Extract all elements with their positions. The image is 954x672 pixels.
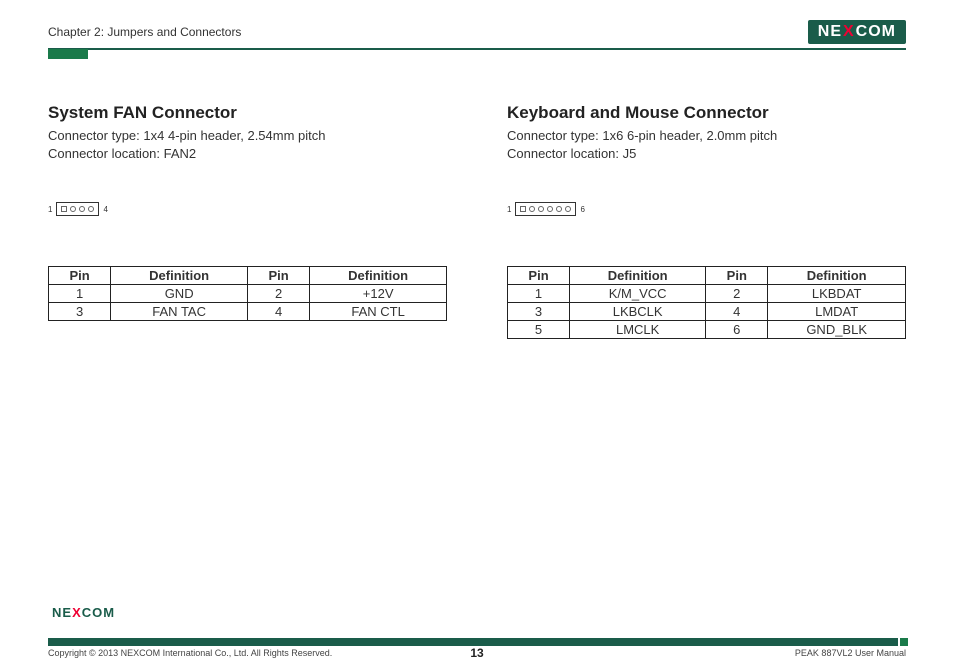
pin-1-icon — [520, 206, 526, 212]
logo-x: X — [843, 23, 855, 41]
pin-2-icon — [70, 206, 76, 212]
pin-3-icon — [538, 206, 544, 212]
table-row: 3 FAN TAC 4 FAN CTL — [49, 303, 447, 321]
left-pin-table: Pin Definition Pin Definition 1 GND 2 +1… — [48, 266, 447, 321]
chapter-title: Chapter 2: Jumpers and Connectors — [48, 25, 241, 39]
logo-x: X — [72, 605, 82, 620]
cell: K/M_VCC — [570, 285, 706, 303]
pin-6-icon — [565, 206, 571, 212]
pin-4-icon — [547, 206, 553, 212]
copyright: Copyright © 2013 NEXCOM International Co… — [48, 648, 332, 658]
footer-text-row: Copyright © 2013 NEXCOM International Co… — [48, 648, 906, 658]
th-pin: Pin — [706, 267, 768, 285]
page-header: Chapter 2: Jumpers and Connectors NEXCOM — [48, 20, 906, 50]
table-row: 3 LKBCLK 4 LMDAT — [508, 303, 906, 321]
page-footer: NEXCOM Copyright © 2013 NEXCOM Internati… — [48, 623, 906, 658]
pin-4-icon — [88, 206, 94, 212]
header-accent — [48, 49, 88, 59]
pin-2-icon — [529, 206, 535, 212]
pin-1-icon — [61, 206, 67, 212]
footer-bar — [48, 638, 906, 646]
pin-5-icon — [556, 206, 562, 212]
manual-name: PEAK 887VL2 User Manual — [795, 648, 906, 658]
cell: FAN CTL — [310, 303, 447, 321]
logo-post: COM — [856, 23, 896, 41]
diag-start-label: 1 — [48, 205, 52, 214]
cell: LKBCLK — [570, 303, 706, 321]
cell: 2 — [247, 285, 309, 303]
logo-bottom: NEXCOM — [48, 605, 906, 620]
right-title: Keyboard and Mouse Connector — [507, 103, 906, 123]
page-number: 13 — [470, 646, 483, 660]
connector-6pin — [515, 202, 576, 216]
cell: 3 — [508, 303, 570, 321]
right-column: Keyboard and Mouse Connector Connector t… — [507, 103, 906, 339]
right-line1: Connector type: 1x6 6-pin header, 2.0mm … — [507, 127, 906, 145]
cell: LKBDAT — [768, 285, 906, 303]
cell: LMDAT — [768, 303, 906, 321]
cell: FAN TAC — [111, 303, 248, 321]
cell: 4 — [706, 303, 768, 321]
diag-end-label: 4 — [103, 205, 107, 214]
th-pin: Pin — [508, 267, 570, 285]
left-line2: Connector location: FAN2 — [48, 145, 447, 163]
cell: 5 — [508, 321, 570, 339]
right-line2: Connector location: J5 — [507, 145, 906, 163]
th-pin: Pin — [247, 267, 309, 285]
th-pin: Pin — [49, 267, 111, 285]
left-line1: Connector type: 1x4 4-pin header, 2.54mm… — [48, 127, 447, 145]
left-title: System FAN Connector — [48, 103, 447, 123]
th-def: Definition — [310, 267, 447, 285]
connector-4pin — [56, 202, 99, 216]
left-diagram: 1 4 — [48, 202, 447, 216]
cell: GND_BLK — [768, 321, 906, 339]
content-columns: System FAN Connector Connector type: 1x4… — [48, 103, 906, 339]
cell: 4 — [247, 303, 309, 321]
right-diagram: 1 6 — [507, 202, 906, 216]
th-def: Definition — [570, 267, 706, 285]
right-pin-table: Pin Definition Pin Definition 1 K/M_VCC … — [507, 266, 906, 339]
left-column: System FAN Connector Connector type: 1x4… — [48, 103, 447, 339]
logo-post: COM — [82, 605, 115, 620]
th-def: Definition — [768, 267, 906, 285]
table-header-row: Pin Definition Pin Definition — [49, 267, 447, 285]
cell: 1 — [49, 285, 111, 303]
cell: GND — [111, 285, 248, 303]
th-def: Definition — [111, 267, 248, 285]
cell: 3 — [49, 303, 111, 321]
logo-top: NEXCOM — [808, 20, 906, 44]
cell: 6 — [706, 321, 768, 339]
cell: 1 — [508, 285, 570, 303]
logo-pre: NE — [52, 605, 72, 620]
cell: 2 — [706, 285, 768, 303]
cell: LMCLK — [570, 321, 706, 339]
diag-end-label: 6 — [580, 205, 584, 214]
table-row: 5 LMCLK 6 GND_BLK — [508, 321, 906, 339]
table-row: 1 K/M_VCC 2 LKBDAT — [508, 285, 906, 303]
diag-start-label: 1 — [507, 205, 511, 214]
cell: +12V — [310, 285, 447, 303]
pin-3-icon — [79, 206, 85, 212]
table-header-row: Pin Definition Pin Definition — [508, 267, 906, 285]
table-row: 1 GND 2 +12V — [49, 285, 447, 303]
logo-pre: NE — [818, 23, 842, 41]
